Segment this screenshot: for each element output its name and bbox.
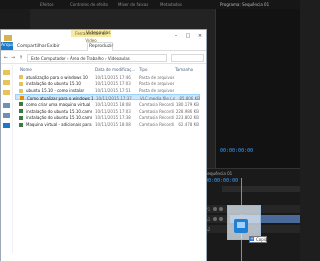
editor-tab-effects[interactable]: Efeitos (40, 2, 54, 7)
address-bar-row: ← → ↑ Este Computador › Área de Trabalho… (1, 52, 206, 64)
file-name: atualização para o windows 10 (26, 74, 88, 80)
file-size: 85.806 KB (179, 95, 200, 101)
file-row[interactable]: atualização para o windows 10 10/11/2015 … (15, 74, 200, 80)
file-date: 10/11/2015 17:37 (96, 95, 132, 101)
file-row[interactable]: ubuntu 15.10 - como instalar 10/11/2015 1… (15, 88, 200, 94)
video-file-icon (20, 96, 24, 101)
lock-icon[interactable] (219, 217, 223, 221)
recording-file-icon (19, 102, 23, 107)
folder-icon (4, 35, 12, 41)
column-header: Nome Data de modificaç... Tipo Tamanho (15, 65, 206, 73)
file-name: instalação do ubuntu 15.10 (26, 81, 81, 87)
file-name: instalação do ubuntu 15.10.camrec (26, 115, 92, 121)
column-name[interactable]: Nome (20, 67, 32, 72)
ribbon-tabs: Arquivo Compartilhar Exibir Reproduzir (1, 42, 206, 51)
breadcrumb-item[interactable]: Videoaulas (108, 56, 130, 61)
lock-icon[interactable] (219, 207, 223, 211)
file-date: 10/11/2015 17:38 (95, 115, 131, 121)
file-date: 10/11/2015 18:08 (95, 122, 131, 128)
file-date: 10/11/2015 17:03 (95, 108, 131, 114)
up-button[interactable]: ↑ (18, 55, 24, 61)
file-name: como criar uma maquina virtual parte ... (26, 101, 92, 107)
folder-icon[interactable] (3, 70, 10, 75)
back-button[interactable]: ← (3, 55, 9, 61)
computer-icon[interactable] (3, 103, 10, 108)
forward-button[interactable]: → (10, 55, 16, 61)
folder-icon (19, 81, 23, 86)
program-monitor-title[interactable]: Programa: Sequência 01 (220, 2, 269, 7)
file-row[interactable]: como criar uma maquina virtual parte ...… (15, 101, 200, 107)
file-size: 180.179 KB (175, 101, 199, 107)
maximize-button[interactable]: □ (183, 33, 193, 40)
file-name: Maquina virtual - adicionais para conv..… (26, 122, 92, 128)
file-size: 62.478 KB (178, 122, 199, 128)
eye-icon[interactable] (213, 207, 217, 211)
status-bar (1, 253, 206, 261)
file-size: 223.802 KB (175, 115, 199, 121)
file-date: 10/11/2015 17:51 (95, 88, 131, 94)
program-monitor[interactable] (215, 9, 300, 169)
tab-file[interactable]: Arquivo (1, 42, 18, 50)
file-type: Camtasia Recordin... (139, 115, 174, 121)
file-row[interactable]: instalação do ubuntu 15.10 10/11/2015 17:… (15, 81, 200, 87)
file-explorer-window[interactable]: Ferramentas de Vídeo Videoaulas – □ × Ar… (0, 29, 207, 261)
file-row[interactable]: Maquina virtual - adicionais para conv..… (15, 122, 200, 128)
tab-view[interactable]: Exibir (47, 44, 60, 49)
recording-file-icon (19, 115, 23, 120)
timeline-timecode[interactable]: 00:00:00:00 (205, 178, 238, 184)
drive-icon[interactable] (3, 113, 10, 118)
recording-file-icon (19, 122, 23, 127)
editor-tab-metadata[interactable]: Metadados (160, 2, 182, 7)
minimize-button[interactable]: – (171, 33, 181, 40)
navigation-pane (1, 65, 13, 261)
search-input[interactable] (171, 54, 204, 62)
breadcrumb: Este Computador › Área de Trabalho › Vid… (31, 56, 130, 61)
timeline-ruler[interactable] (222, 186, 300, 192)
speaker-icon[interactable] (213, 217, 217, 221)
close-button[interactable]: × (195, 33, 205, 40)
program-timecode[interactable]: 00:00:00:00 (220, 148, 253, 154)
file-name: Como atualizar para o windows 10.mp4 (27, 95, 93, 101)
tab-share[interactable]: Compartilhar (17, 44, 46, 49)
editor-tab-effect-controls[interactable]: Controles de efeito (70, 2, 108, 7)
editor-tab-strip: Efeitos Controles de efeito Mixer de fai… (0, 0, 300, 9)
column-type[interactable]: Tipo (139, 67, 147, 72)
file-type: Pasta de arquivos (139, 74, 174, 80)
copy-tooltip-label: Copiar (256, 237, 269, 242)
file-date: 10/11/2015 17:46 (95, 74, 131, 80)
file-type: Pasta de arquivos (139, 81, 174, 87)
sequence-tab[interactable]: Sequência 01 (205, 171, 232, 176)
folder-icon[interactable] (3, 90, 10, 95)
file-row[interactable]: instalação do ubuntu 15.10.camrec 10/11/2… (15, 108, 200, 114)
folder-icon (19, 75, 23, 79)
breadcrumb-item[interactable]: Área de Trabalho (70, 56, 104, 61)
breadcrumb-item[interactable]: Este Computador (31, 56, 66, 61)
address-bar[interactable]: Este Computador › Área de Trabalho › Vid… (27, 54, 167, 62)
file-type: Pasta de arquivos (139, 88, 174, 94)
file-name: ubuntu 15.10 - como instalar (26, 88, 85, 94)
column-date[interactable]: Data de modificaç... (95, 67, 135, 72)
file-type: Camtasia Recordin... (139, 108, 174, 114)
folder-icon[interactable] (3, 80, 10, 85)
file-row[interactable]: Como atualizar para o windows 10.mp410/1… (15, 94, 200, 101)
network-icon[interactable] (3, 123, 10, 128)
editor-tab-track-mixer[interactable]: Mixer de faixas (118, 2, 148, 7)
tab-play[interactable]: Reproduzir (87, 42, 113, 51)
file-type: Camtasia Recordin... (139, 101, 174, 107)
file-type: VLC media file (.mp4) (140, 95, 175, 101)
file-date: 10/11/2015 17:03 (95, 81, 131, 87)
plus-icon: + (250, 236, 254, 241)
file-type: Camtasia Recordin... (139, 122, 174, 128)
window-title: Videoaulas (86, 31, 111, 36)
column-size[interactable]: Tamanho (175, 67, 193, 72)
file-name: instalação do ubuntu 15.10.camrec (26, 108, 92, 114)
folder-icon (19, 88, 23, 93)
video-thumbnail-icon (237, 222, 245, 228)
file-row[interactable]: instalação do ubuntu 15.10.camrec 10/11/2… (15, 115, 200, 121)
tab-play-label: Reproduzir (89, 44, 114, 49)
file-date: 10/11/2015 18:08 (95, 101, 131, 107)
file-size: 228.986 KB (175, 108, 199, 114)
recording-file-icon (19, 109, 23, 113)
